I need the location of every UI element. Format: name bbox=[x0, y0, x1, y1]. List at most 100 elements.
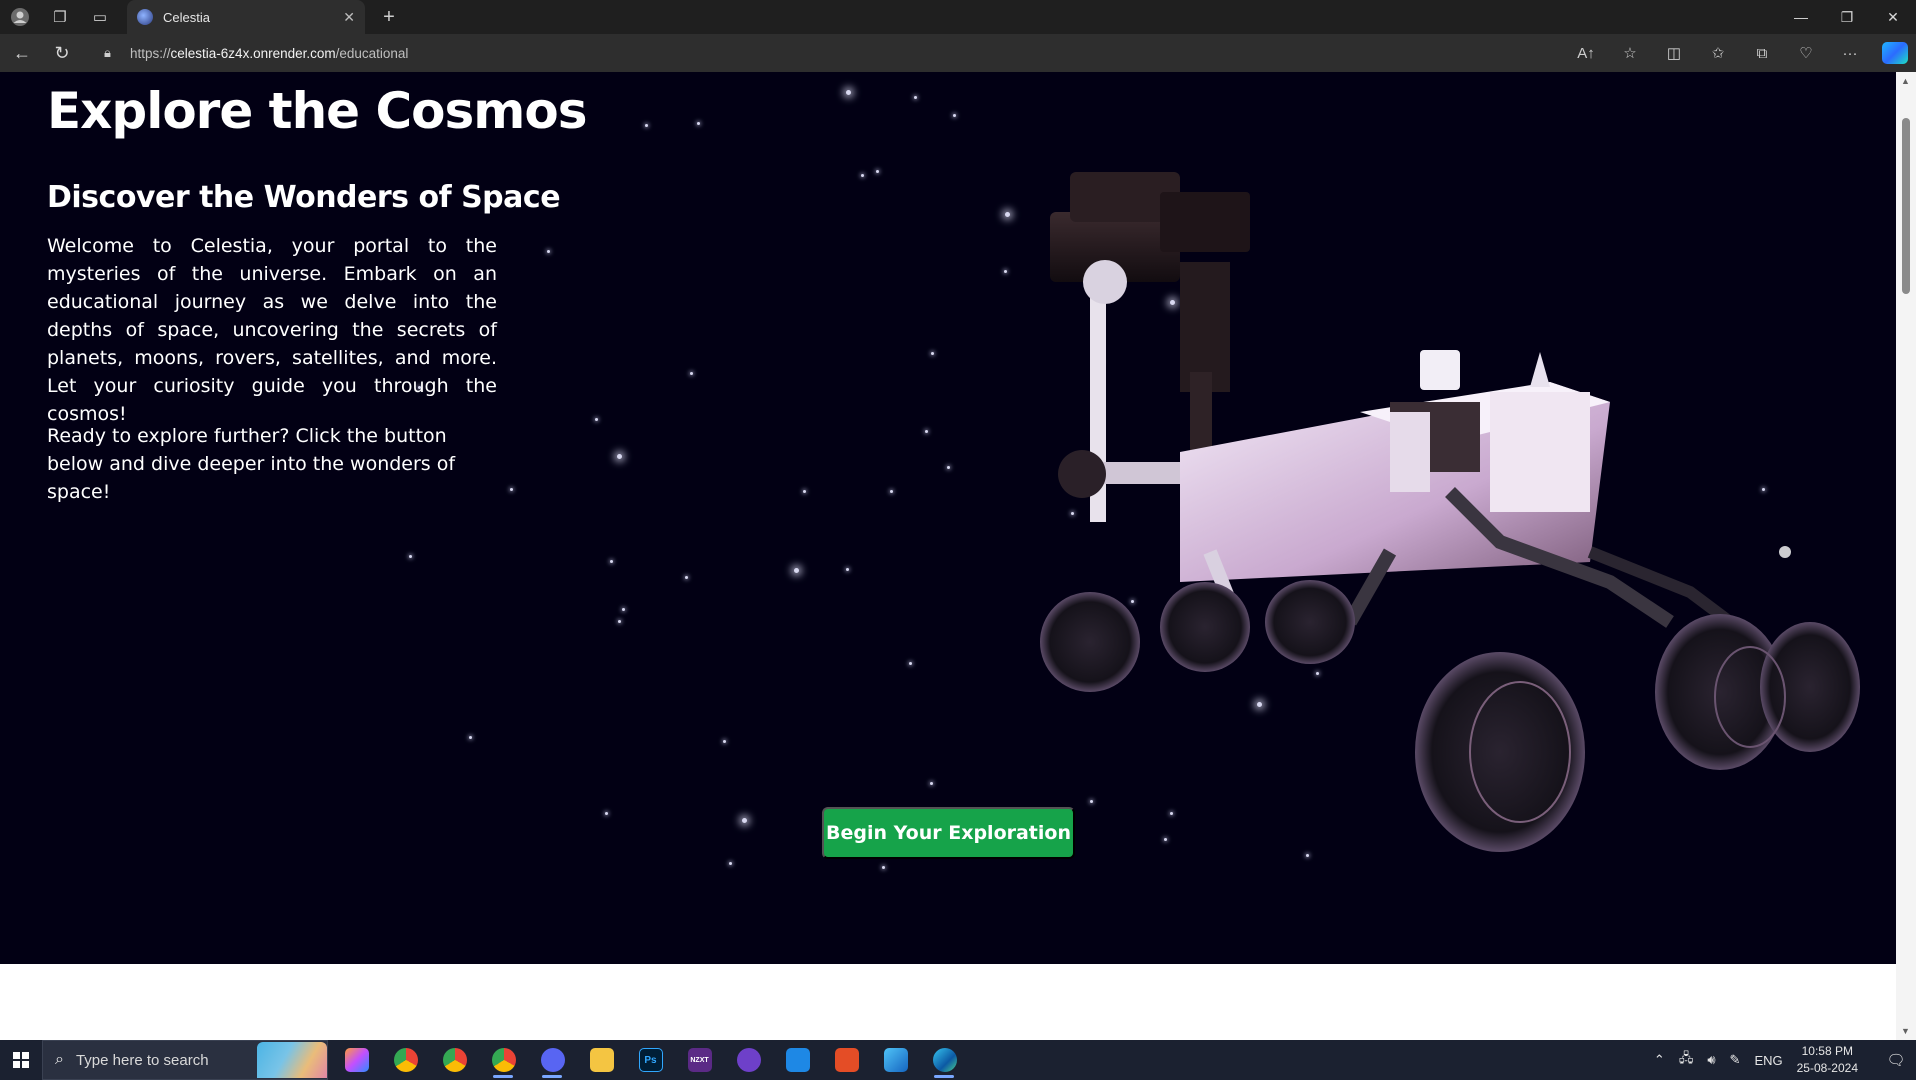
edge-app-icon[interactable] bbox=[920, 1040, 969, 1080]
star bbox=[690, 372, 693, 375]
hero-section: Explore the Cosmos Discover the Wonders … bbox=[0, 72, 1896, 964]
star bbox=[617, 454, 622, 459]
search-highlight-image bbox=[257, 1042, 327, 1078]
star bbox=[409, 555, 412, 558]
lock-icon[interactable]: 🔒︎ bbox=[104, 45, 130, 61]
browser-actions: A↑ ☆ ◫ ✩ ⧉ ♡ ··· bbox=[1564, 38, 1908, 68]
star bbox=[469, 736, 472, 739]
favorite-star-icon[interactable]: ☆ bbox=[1608, 44, 1652, 62]
workspaces-icon[interactable]: ❐ bbox=[40, 0, 80, 34]
windows-logo-icon bbox=[13, 1052, 29, 1068]
tab-title: Celestia bbox=[163, 9, 210, 25]
star bbox=[930, 782, 933, 785]
page-subtitle: Discover the Wonders of Space bbox=[47, 180, 561, 215]
split-screen-icon[interactable]: ◫ bbox=[1652, 44, 1696, 62]
star bbox=[882, 866, 885, 869]
star bbox=[622, 608, 625, 611]
star bbox=[1004, 270, 1007, 273]
window-controls: — ❐ ✕ bbox=[1778, 0, 1916, 34]
restore-icon[interactable]: ❐ bbox=[1824, 0, 1870, 34]
star bbox=[846, 568, 849, 571]
github-desktop-app-icon[interactable] bbox=[724, 1040, 773, 1080]
celestia-favicon-icon bbox=[137, 9, 153, 25]
star bbox=[610, 560, 613, 563]
scroll-down-icon[interactable]: ▼ bbox=[1901, 1026, 1910, 1036]
favorites-icon[interactable]: ✩ bbox=[1696, 44, 1740, 62]
pinned-apps: Ps NZXT bbox=[332, 1040, 969, 1080]
star bbox=[685, 576, 688, 579]
volume-icon[interactable]: 🔊︎ bbox=[1707, 1052, 1715, 1068]
nzxt-app-icon[interactable]: NZXT bbox=[675, 1040, 724, 1080]
mars-rover-illustration bbox=[1040, 172, 1860, 852]
page-viewport: Explore the Cosmos Discover the Wonders … bbox=[0, 72, 1896, 1040]
clock[interactable]: 10:58 PM 25-08-2024 bbox=[1797, 1043, 1858, 1077]
star bbox=[547, 250, 550, 253]
git-tool-app-icon[interactable] bbox=[822, 1040, 871, 1080]
star bbox=[931, 352, 934, 355]
more-menu-icon[interactable]: ··· bbox=[1828, 45, 1872, 62]
back-icon[interactable]: ← bbox=[4, 37, 40, 69]
chrome-app-icon[interactable] bbox=[381, 1040, 430, 1080]
star bbox=[953, 114, 956, 117]
close-window-icon[interactable]: ✕ bbox=[1870, 0, 1916, 34]
tab-celestia[interactable]: Celestia ✕ bbox=[127, 0, 365, 34]
start-button[interactable] bbox=[0, 1040, 42, 1080]
notification-icon[interactable]: 🗨︎ bbox=[1876, 1040, 1916, 1080]
cta-paragraph: Ready to explore further? Click the butt… bbox=[47, 425, 456, 503]
page-title: Explore the Cosmos bbox=[47, 82, 587, 140]
minimize-icon[interactable]: — bbox=[1778, 0, 1824, 34]
vscode-app-icon[interactable] bbox=[773, 1040, 822, 1080]
browser-essentials-icon[interactable]: ♡ bbox=[1784, 44, 1828, 62]
url-bar[interactable]: 🔒︎ https://celestia-6z4x.onrender.com/ed… bbox=[104, 38, 1604, 68]
star bbox=[876, 170, 879, 173]
star bbox=[742, 818, 747, 823]
star bbox=[618, 620, 621, 623]
begin-exploration-button[interactable]: Begin Your Exploration bbox=[822, 807, 1075, 859]
star bbox=[595, 418, 598, 421]
scrollbar-thumb[interactable] bbox=[1902, 118, 1910, 294]
star bbox=[645, 124, 648, 127]
chrome-app-icon-3[interactable] bbox=[479, 1040, 528, 1080]
scroll-up-icon[interactable]: ▲ bbox=[1901, 76, 1910, 86]
tab-actions-icon[interactable]: ▭ bbox=[80, 0, 120, 34]
star bbox=[861, 174, 864, 177]
star bbox=[890, 490, 893, 493]
star bbox=[794, 568, 799, 573]
clock-time: 10:58 PM bbox=[1801, 1044, 1853, 1058]
chrome-app-icon-2[interactable] bbox=[430, 1040, 479, 1080]
address-toolbar: ← ↻ 🔒︎ https://celestia-6z4x.onrender.co… bbox=[0, 34, 1916, 72]
discord-app-icon[interactable] bbox=[528, 1040, 577, 1080]
star bbox=[605, 812, 608, 815]
pen-icon[interactable]: ✎ bbox=[1730, 1052, 1741, 1068]
refresh-icon[interactable]: ↻ bbox=[44, 37, 80, 69]
file-explorer-app-icon[interactable] bbox=[577, 1040, 626, 1080]
new-tab-button[interactable]: + bbox=[372, 0, 406, 34]
collections-icon[interactable]: ⧉ bbox=[1740, 45, 1784, 62]
read-aloud-icon[interactable]: A↑ bbox=[1564, 45, 1608, 62]
star bbox=[909, 662, 912, 665]
intro-paragraph: Welcome to Celestia, your portal to the … bbox=[47, 235, 497, 425]
page-scrollbar[interactable]: ▲ ▼ bbox=[1896, 72, 1916, 1040]
url-path: /educational bbox=[335, 45, 409, 61]
photos-app-icon[interactable] bbox=[871, 1040, 920, 1080]
close-tab-icon[interactable]: ✕ bbox=[343, 9, 355, 26]
profile-icon[interactable] bbox=[0, 0, 40, 34]
copilot-app-icon[interactable] bbox=[332, 1040, 381, 1080]
search-icon: ⌕ bbox=[55, 1051, 64, 1068]
search-placeholder: Type here to search bbox=[75, 1051, 209, 1069]
copilot-icon[interactable] bbox=[1882, 42, 1908, 64]
taskbar-search[interactable]: ⌕ Type here to search bbox=[42, 1040, 328, 1080]
windows-taskbar: ⌕ Type here to search Ps NZXT ⌃ 🖧︎ 🔊︎ ✎ … bbox=[0, 1040, 1916, 1080]
star bbox=[729, 862, 732, 865]
network-icon[interactable]: 🖧︎ bbox=[1679, 1049, 1694, 1071]
chevron-up-icon[interactable]: ⌃ bbox=[1654, 1052, 1665, 1068]
browser-titlebar: ❐ ▭ Celestia ✕ + — ❐ ✕ bbox=[0, 0, 1916, 34]
star bbox=[914, 96, 917, 99]
star bbox=[846, 90, 851, 95]
star bbox=[510, 488, 513, 491]
star bbox=[803, 490, 806, 493]
url-host: celestia-6z4x.onrender.com bbox=[170, 45, 336, 61]
star bbox=[925, 430, 928, 433]
language-indicator[interactable]: ENG bbox=[1754, 1053, 1782, 1068]
photoshop-app-icon[interactable]: Ps bbox=[626, 1040, 675, 1080]
